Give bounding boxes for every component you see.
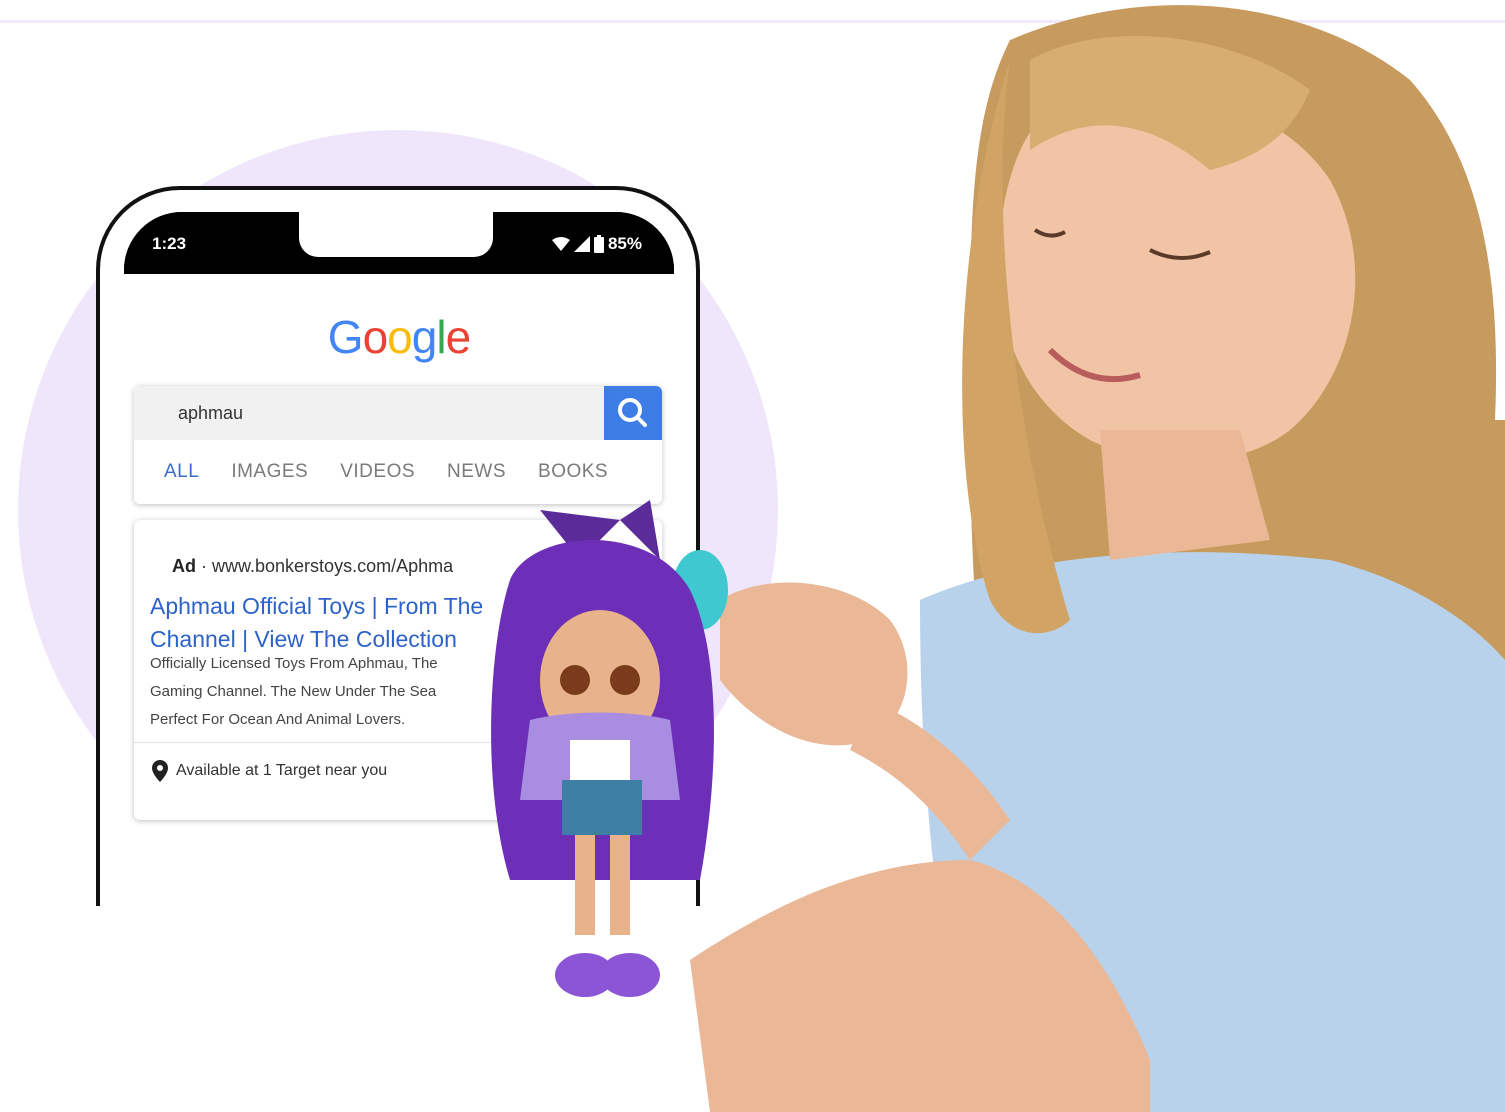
tab-images[interactable]: IMAGES (231, 461, 308, 483)
map-pin-icon (152, 760, 168, 782)
neck (1100, 430, 1270, 560)
ad-description: Officially Licensed Toys From Aphmau, Th… (150, 650, 438, 734)
tab-all[interactable]: ALL (164, 461, 199, 483)
status-time: 1:23 (152, 234, 187, 253)
ad-desc-line-2: Gaming Channel. The New Under The Sea (150, 683, 437, 700)
tab-videos[interactable]: VIDEOS (340, 461, 415, 483)
location-text: Available at 1 Target near you (176, 762, 388, 779)
girl-with-doll-photo (491, 5, 1505, 1112)
ad-desc-line-3: Perfect For Ocean And Animal Lovers. (150, 711, 406, 728)
ad-url-line: Ad · www.bonkerstoys.com/Aphma (172, 556, 453, 577)
ad-title[interactable]: Aphmau Official Toys | From The Channel … (150, 590, 483, 656)
face (998, 93, 1356, 462)
ad-url[interactable]: · www.bonkerstoys.com/Aphma (201, 556, 453, 576)
ad-title-line-1[interactable]: Aphmau Official Toys | From The (150, 590, 483, 623)
ad-location[interactable]: Available at 1 Target near you (152, 760, 387, 782)
ad-desc-line-1: Officially Licensed Toys From Aphmau, Th… (150, 655, 438, 672)
search-query: aphmau (178, 403, 244, 423)
ad-label: Ad (172, 556, 196, 576)
